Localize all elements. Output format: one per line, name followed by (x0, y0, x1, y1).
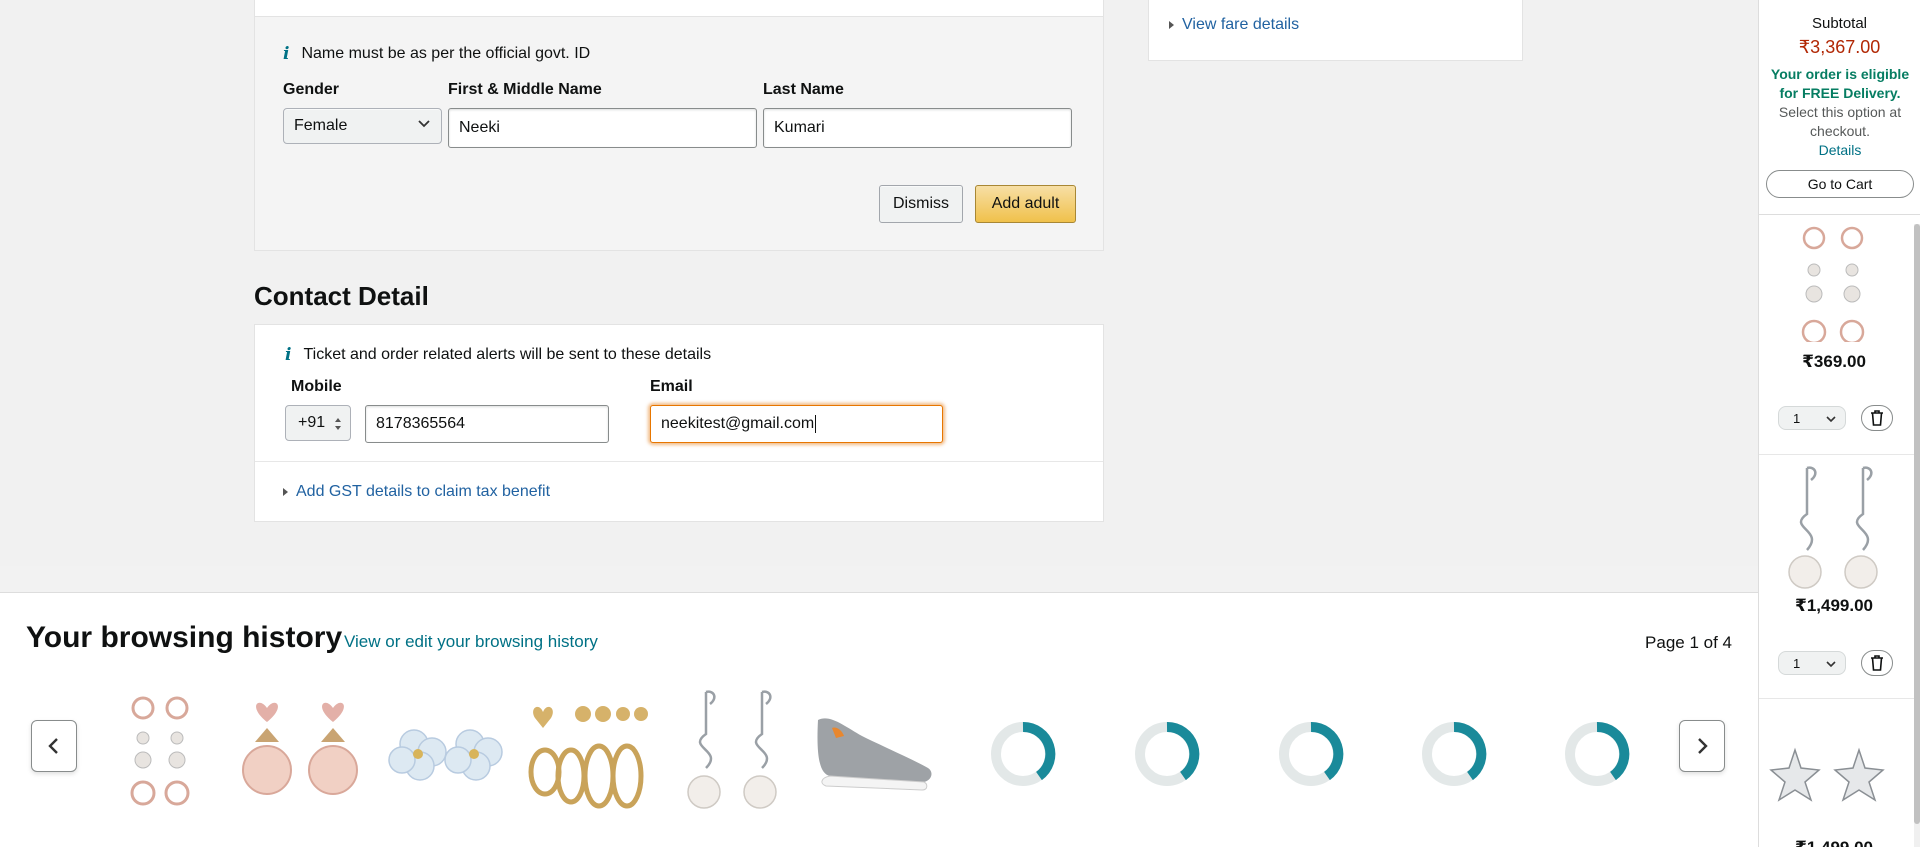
first-name-value: Neeki (459, 119, 500, 136)
country-code-select[interactable]: +91 (285, 405, 351, 441)
country-code-value: +91 (298, 414, 326, 431)
view-edit-history-link[interactable]: View or edit your browsing history (344, 632, 598, 652)
name-info-line: i Name must be as per the official govt.… (283, 44, 590, 64)
contact-info-line: i Ticket and order related alerts will b… (285, 345, 711, 365)
contact-detail-heading: Contact Detail (254, 281, 429, 311)
history-item-blue-flower-earrings[interactable] (380, 688, 510, 818)
fare-summary-card: View fare details (1148, 0, 1523, 61)
card-top-strip (255, 0, 1103, 17)
up-down-arrows-icon (335, 418, 341, 430)
quantity-select[interactable]: 1 (1778, 651, 1846, 675)
chevron-down-icon (418, 120, 430, 128)
cart-item-price: ₹1,499.00 (1794, 596, 1873, 615)
cart-scrollbar[interactable] (1914, 224, 1920, 847)
chevron-down-icon (1826, 416, 1836, 423)
name-info-text: Name must be as per the official govt. I… (301, 45, 591, 62)
free-delivery-rest: Select this option at checkout. (1778, 104, 1902, 139)
first-name-input[interactable]: Neeki (448, 108, 757, 148)
chevron-down-icon (1826, 661, 1836, 668)
free-delivery-bold: Your order is eligible for FREE Delivery… (1770, 66, 1910, 101)
trash-icon (1871, 655, 1883, 671)
chevron-right-icon (1698, 738, 1708, 754)
history-item-heart-pearl-earrings[interactable] (237, 688, 367, 818)
last-name-value: Kumari (774, 119, 825, 136)
expand-triangle-icon (283, 487, 288, 496)
loading-spinner-icon (1135, 721, 1200, 786)
loading-spinner-icon (1279, 721, 1344, 786)
cart-sidebar: Subtotal ₹3,367.00 Your order is eligibl… (1758, 0, 1920, 847)
chevron-left-icon (48, 738, 58, 754)
flower-pearl-earrings-image (130, 696, 190, 806)
delivery-details-link[interactable]: Details (1819, 142, 1862, 158)
info-icon: i (285, 345, 292, 365)
infinity-pearl-earrings-image (1788, 466, 1878, 589)
contact-divider (255, 461, 1103, 462)
add-gst-text: Add GST details to claim tax benefit (296, 483, 551, 500)
email-label: Email (650, 378, 693, 395)
cart-item-image[interactable] (1759, 740, 1909, 810)
add-adult-button[interactable]: Add adult (975, 185, 1076, 223)
page-indicator: Page 1 of 4 (1645, 633, 1732, 652)
loading-spinner-icon (1565, 721, 1630, 786)
mobile-value: 8178365564 (376, 415, 465, 432)
cart-item-image[interactable] (1759, 464, 1909, 594)
add-passenger-card: i Name must be as per the official govt.… (254, 0, 1104, 251)
quantity-value: 1 (1793, 410, 1801, 426)
infinity-pearl-earrings-image (687, 690, 777, 809)
browsing-history-title: Your browsing history (26, 621, 343, 654)
heart-pearl-earrings-image (242, 702, 358, 795)
cart-item-price: ₹369.00 (1802, 352, 1866, 371)
view-fare-details-text: View fare details (1182, 16, 1300, 33)
go-to-cart-button[interactable]: Go to Cart (1766, 170, 1914, 198)
last-name-input[interactable]: Kumari (763, 108, 1072, 148)
delete-item-button[interactable] (1861, 405, 1893, 431)
gold-earring-set-image (528, 706, 648, 809)
contact-detail-card: i Ticket and order related alerts will b… (254, 324, 1104, 522)
history-item-grey-slip-on-shoe[interactable] (810, 688, 940, 818)
delete-item-button[interactable] (1861, 650, 1893, 676)
flower-pearl-earrings-image (1801, 226, 1865, 345)
checkout-main-area: i Name must be as per the official govt.… (0, 0, 1758, 566)
loading-spinner-icon (1422, 721, 1487, 786)
expand-triangle-icon (1169, 20, 1174, 29)
history-item-gold-earring-set[interactable] (523, 688, 653, 818)
quantity-select[interactable]: 1 (1778, 406, 1846, 430)
quantity-value: 1 (1793, 655, 1801, 671)
history-item-flower-pearl-earrings[interactable] (95, 688, 225, 818)
gender-label: Gender (283, 81, 340, 98)
scrollbar-thumb[interactable] (1914, 224, 1920, 824)
subtotal-value: ₹3,367.00 (1798, 37, 1881, 57)
cart-summary: Subtotal ₹3,367.00 Your order is eligibl… (1759, 0, 1920, 215)
loading-spinner-icon (991, 721, 1056, 786)
view-fare-details-link[interactable]: View fare details (1169, 16, 1299, 34)
text-caret (815, 415, 817, 433)
contact-info-text: Ticket and order related alerts will be … (303, 346, 712, 363)
browsing-history-section: Your browsing history View or edit your … (0, 592, 1758, 847)
carousel-prev-button[interactable] (31, 720, 77, 772)
cart-item-price: ₹1,499.00 (1759, 838, 1909, 847)
cart-item-image[interactable] (1759, 222, 1909, 345)
blue-flower-earrings-image (388, 729, 503, 781)
gender-select[interactable]: Female (283, 108, 442, 144)
grey-slip-on-shoe-image (817, 718, 932, 791)
dismiss-button[interactable]: Dismiss (879, 185, 963, 223)
free-delivery-message: Your order is eligible for FREE Delivery… (1767, 65, 1913, 160)
subtotal-label: Subtotal (1811, 15, 1868, 32)
trash-icon (1871, 410, 1883, 426)
cart-item-divider (1759, 454, 1914, 455)
email-value: neekitest@gmail.com (661, 415, 815, 432)
info-icon: i (283, 44, 290, 64)
mobile-label: Mobile (291, 378, 342, 395)
gender-select-value: Female (294, 117, 348, 134)
email-input[interactable]: neekitest@gmail.com (650, 405, 943, 443)
add-gst-link[interactable]: Add GST details to claim tax benefit (283, 483, 550, 501)
last-name-label: Last Name (763, 81, 844, 98)
star-earrings-image (1769, 747, 1885, 802)
history-item-infinity-pearl-earrings[interactable] (666, 688, 796, 818)
first-name-label: First & Middle Name (448, 81, 602, 98)
cart-item-divider (1759, 698, 1914, 699)
carousel-next-button[interactable] (1679, 720, 1725, 772)
mobile-input[interactable]: 8178365564 (365, 405, 609, 443)
